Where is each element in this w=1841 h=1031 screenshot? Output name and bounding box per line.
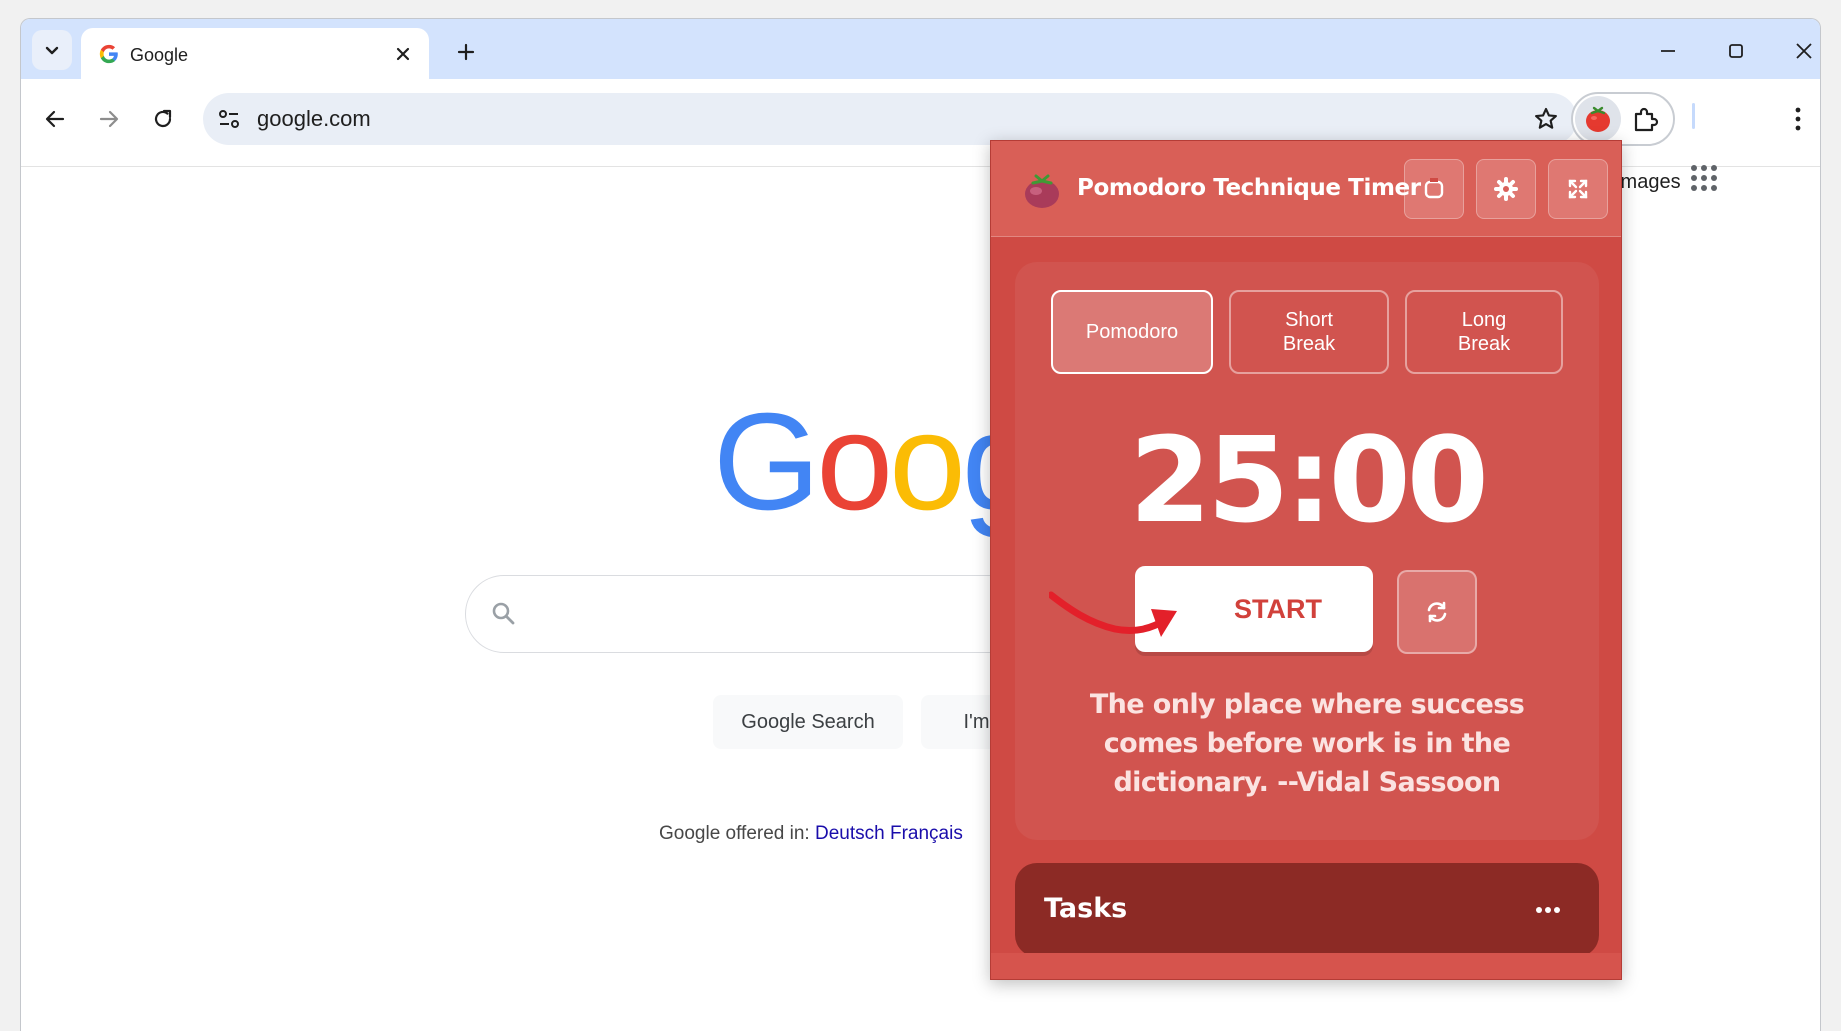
popup-header: Pomodoro Technique Timer xyxy=(991,141,1621,237)
logo-letter: o xyxy=(889,385,966,539)
popup-title: Pomodoro Technique Timer xyxy=(1077,175,1421,201)
motivational-quote: The only place where success comes befor… xyxy=(1089,689,1525,798)
language-links[interactable]: Deutsch Français xyxy=(815,823,963,844)
expand-icon xyxy=(1568,179,1588,199)
google-search-button[interactable]: Google Search xyxy=(713,695,903,749)
mode-pomodoro-tab[interactable]: Pomodoro xyxy=(1051,290,1213,374)
tomato-logo-icon xyxy=(1025,174,1059,208)
tasks-heading: Tasks xyxy=(1044,893,1128,924)
tasks-menu-button[interactable] xyxy=(1533,897,1563,923)
mode-long-break-tab[interactable]: Long Break xyxy=(1405,290,1563,374)
logo-letter: G xyxy=(713,385,820,539)
tasks-panel: Tasks xyxy=(1015,863,1599,957)
apps-grid-icon[interactable] xyxy=(1689,163,1719,193)
popup-bottom-strip xyxy=(991,953,1621,979)
mode-short-break-tab[interactable]: Short Break xyxy=(1229,290,1389,374)
offered-prefix: Google offered in: xyxy=(659,823,815,844)
search-icon xyxy=(492,602,515,625)
gear-icon xyxy=(1494,177,1518,201)
logo-letter: o xyxy=(816,385,893,539)
reset-button[interactable] xyxy=(1397,570,1477,654)
fullscreen-button[interactable] xyxy=(1548,159,1608,219)
window-icon xyxy=(1424,178,1444,199)
pomodoro-popup: Pomodoro Technique Timer Pomodoro Short … xyxy=(990,140,1622,980)
offered-in-text: Google offered in: Deutsch Français xyxy=(659,823,963,845)
settings-button[interactable] xyxy=(1476,159,1536,219)
more-horizontal-icon xyxy=(1536,907,1560,913)
pointer-arrow-icon xyxy=(1049,591,1177,637)
reset-icon xyxy=(1427,601,1447,623)
open-window-button[interactable] xyxy=(1404,159,1464,219)
timer-display: 25:00 xyxy=(1129,411,1489,549)
images-link[interactable]: Images xyxy=(1615,171,1681,194)
